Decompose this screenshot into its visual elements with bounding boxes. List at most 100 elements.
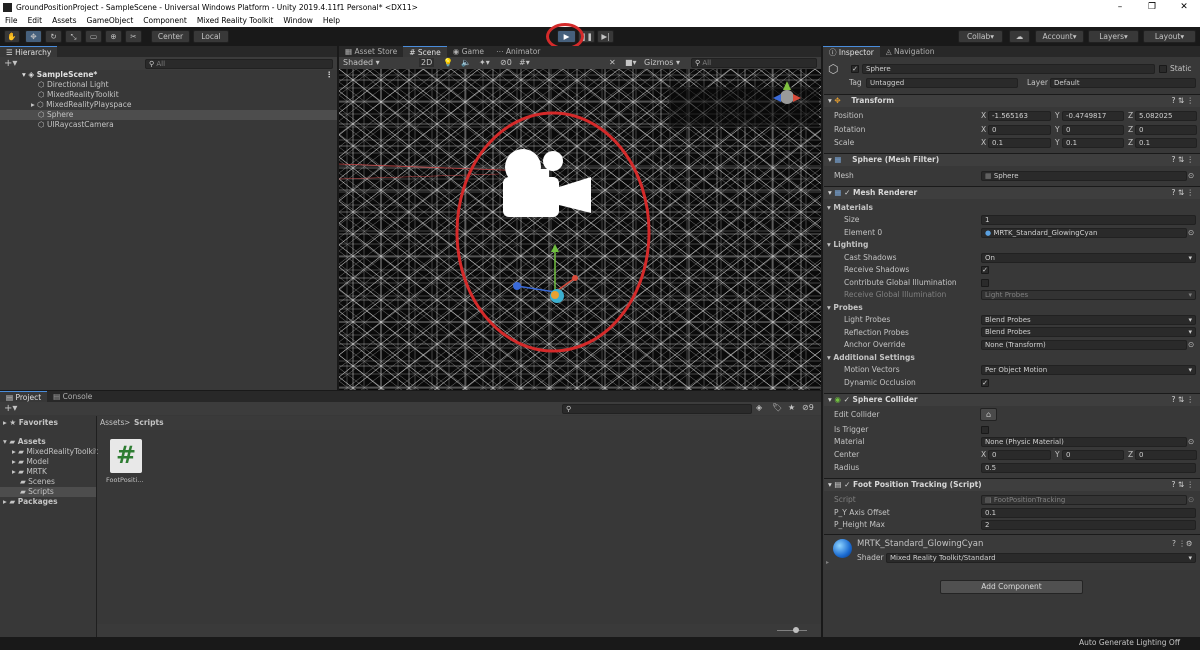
component-menu-icon[interactable]: ? ⇅ ⋮	[1171, 479, 1194, 491]
transform-header[interactable]: ▾ ✥ Transform ? ⇅ ⋮	[824, 94, 1200, 107]
camera-icon[interactable]: ■▾	[625, 58, 637, 67]
menu-edit[interactable]: Edit	[23, 16, 48, 25]
radius-field[interactable]: 0.5	[981, 463, 1196, 473]
layer-dropdown[interactable]: Default	[1050, 78, 1196, 88]
add-icon[interactable]: +▾	[4, 58, 17, 69]
scale-x-field[interactable]: 0.1	[988, 138, 1051, 148]
rotation-y-field[interactable]: 0	[1062, 125, 1124, 135]
account-dropdown[interactable]: Account ▾	[1035, 30, 1084, 43]
folder-item-selected[interactable]: ▰ Scripts	[0, 487, 96, 497]
script-component-header[interactable]: ▾ ▤ ✓ Foot Position Tracking (Script) ? …	[824, 478, 1200, 491]
scene-viewport[interactable]	[339, 69, 821, 390]
mesh-renderer-header[interactable]: ▾ ▦ ✓ Mesh Renderer ? ⇅ ⋮	[824, 186, 1200, 199]
reflection-probes-dropdown[interactable]: Blend Probes ▾	[981, 327, 1196, 337]
filter-type-icon[interactable]: ◈	[756, 403, 762, 412]
sphere-collider-header[interactable]: ▾ ◉ ✓ Sphere Collider ? ⇅ ⋮	[824, 393, 1200, 406]
position-x-field[interactable]: -1.565163	[988, 111, 1051, 121]
audio-icon[interactable]: 🔈	[461, 58, 471, 67]
collab-button[interactable]: Collab ▾	[958, 30, 1003, 43]
favorite-icon[interactable]: ★	[788, 403, 795, 412]
center-x-field[interactable]: 0	[988, 450, 1051, 460]
rotation-z-field[interactable]: 0	[1135, 125, 1197, 135]
gizmos-dropdown[interactable]: Gizmos ▾	[644, 58, 680, 67]
maximize-button[interactable]: ❐	[1136, 0, 1168, 14]
mesh-renderer-enabled[interactable]: ✓	[844, 188, 850, 197]
effects-icon[interactable]: ✦▾	[479, 58, 490, 67]
rotate-tool-icon[interactable]: ↻	[45, 30, 62, 43]
object-picker-icon[interactable]: ⊙	[1188, 171, 1194, 181]
size-field[interactable]: 1	[981, 215, 1196, 225]
hierarchy-item[interactable]: ⬡ Directional Light	[0, 80, 337, 90]
menu-gameobject[interactable]: GameObject	[82, 16, 139, 25]
object-picker-icon[interactable]: ⊙	[1188, 228, 1194, 238]
motion-vectors-dropdown[interactable]: Per Object Motion ▾	[981, 365, 1196, 375]
cast-shadows-dropdown[interactable]: On ▾	[981, 253, 1196, 263]
object-picker-icon[interactable]: ⊙	[1188, 437, 1194, 447]
position-z-field[interactable]: 5.082025	[1135, 111, 1197, 121]
zoom-slider-thumb[interactable]	[793, 627, 799, 633]
hand-tool-icon[interactable]: ✋	[4, 30, 20, 43]
lighting-foldout[interactable]: ▾ Lighting	[827, 240, 868, 250]
minimize-button[interactable]: –	[1104, 0, 1136, 14]
rect-tool-icon[interactable]: ▭	[85, 30, 102, 43]
favorites-item[interactable]: ▸ ★ Favorites	[0, 418, 96, 428]
folder-item[interactable]: ▸ ▰ MRTK	[0, 467, 96, 477]
layout-dropdown[interactable]: Layout ▾	[1143, 30, 1196, 43]
tab-scene[interactable]: # Scene	[403, 46, 447, 57]
collider-enabled[interactable]: ✓	[844, 395, 850, 404]
hierarchy-search-input[interactable]: ⚲ All	[145, 59, 333, 69]
receive-shadows-checkbox[interactable]: ✓	[981, 266, 989, 274]
dynamic-occlusion-checkbox[interactable]: ✓	[981, 379, 989, 387]
zoom-slider[interactable]	[777, 630, 807, 631]
move-tool-icon[interactable]: ✥	[25, 30, 42, 43]
materials-foldout[interactable]: ▾ Materials	[827, 203, 873, 213]
hierarchy-item[interactable]: ⬡ MixedRealityToolkit	[0, 90, 337, 100]
shader-dropdown[interactable]: Mixed Reality Toolkit/Standard ▾	[886, 553, 1196, 563]
component-menu-icon[interactable]: ? ⇅ ⋮	[1171, 187, 1194, 199]
scale-y-field[interactable]: 0.1	[1062, 138, 1124, 148]
shading-dropdown[interactable]: Shaded ▾	[343, 58, 380, 67]
scale-z-field[interactable]: 0.1	[1135, 138, 1197, 148]
static-checkbox[interactable]	[1159, 65, 1167, 73]
anchor-override-field[interactable]: None (Transform)	[981, 340, 1187, 350]
scene-root[interactable]: ▾ ◈ SampleScene* ⋮	[0, 70, 337, 80]
hierarchy-item-selected[interactable]: ⬡ Sphere	[0, 110, 337, 120]
folder-item[interactable]: ▸ ▰ MixedRealityToolkit	[0, 447, 98, 457]
grid-icon[interactable]: #▾	[519, 58, 530, 67]
collider-material-field[interactable]: None (Physic Material)	[981, 437, 1187, 447]
scale-tool-icon[interactable]: ⤡	[65, 30, 82, 43]
packages-folder[interactable]: ▸ ▰ Packages	[0, 497, 96, 507]
active-checkbox[interactable]: ✓	[851, 65, 859, 73]
y-offset-field[interactable]: 0.1	[981, 508, 1196, 518]
tab-game[interactable]: ◉ Game	[447, 46, 490, 57]
tab-project[interactable]: ▤ Project	[0, 391, 48, 402]
tab-asset-store[interactable]: ▦ Asset Store	[339, 46, 403, 57]
cloud-icon[interactable]: ☁	[1009, 30, 1030, 43]
tab-console[interactable]: ▤ Console	[47, 391, 98, 402]
breadcrumb-assets[interactable]: Assets	[100, 418, 124, 428]
pivot-toggle[interactable]: Center	[151, 30, 190, 43]
center-y-field[interactable]: 0	[1062, 450, 1124, 460]
folder-item[interactable]: ▸ ▰ Model	[0, 457, 96, 467]
scene-search-input[interactable]: ⚲ All	[691, 58, 817, 68]
folder-item[interactable]: ▰ Scenes	[0, 477, 96, 487]
script-enabled[interactable]: ✓	[844, 480, 850, 489]
material-expand-icon[interactable]: ▸	[826, 558, 829, 568]
is-trigger-checkbox[interactable]	[981, 426, 989, 434]
scene-menu-icon[interactable]: ⋮	[326, 70, 334, 80]
tab-animator[interactable]: ⋯ Animator	[490, 46, 546, 57]
tab-inspector[interactable]: ⓘ Inspector	[823, 46, 880, 57]
object-picker-icon[interactable]: ⊙	[1188, 340, 1194, 350]
close-button[interactable]: ✕	[1168, 0, 1200, 14]
tag-dropdown[interactable]: Untagged	[866, 78, 1018, 88]
space-toggle[interactable]: Local	[193, 30, 229, 43]
menu-assets[interactable]: Assets	[47, 16, 81, 25]
material-element-field[interactable]: ● MRTK_Standard_GlowingCyan	[981, 228, 1187, 238]
menu-window[interactable]: Window	[278, 16, 318, 25]
position-y-field[interactable]: -0.4749817	[1062, 111, 1124, 121]
probes-foldout[interactable]: ▾ Probes	[827, 303, 863, 313]
component-menu-icon[interactable]: ? ⇅ ⋮	[1171, 95, 1194, 107]
component-menu-icon[interactable]: ? ⇅ ⋮	[1171, 154, 1194, 166]
create-icon[interactable]: +▾	[4, 403, 17, 414]
tab-navigation[interactable]: ◬ Navigation	[880, 46, 941, 57]
